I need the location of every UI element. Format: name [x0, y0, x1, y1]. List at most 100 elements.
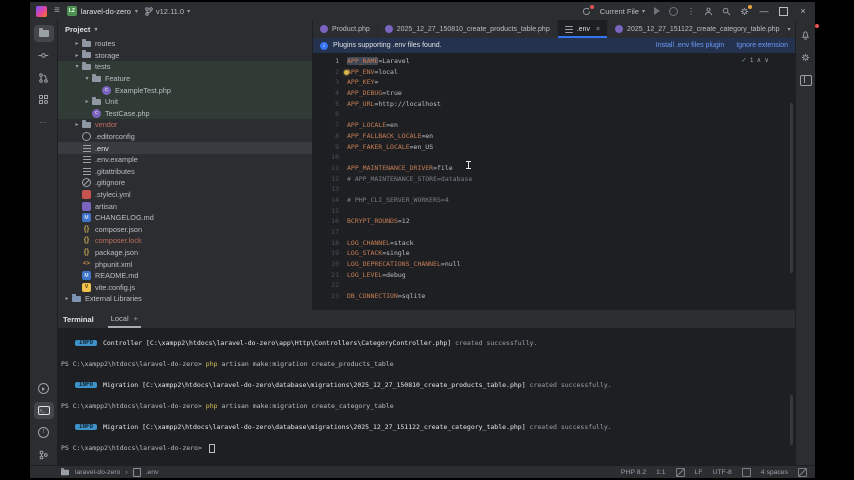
tree-item-changelog-md[interactable]: MCHANGELOG.md: [58, 212, 312, 224]
editor-settings-button[interactable]: [796, 49, 816, 66]
tab--env[interactable]: .env×: [558, 20, 608, 38]
search-everywhere-button[interactable]: [722, 7, 731, 16]
php-version-widget[interactable]: PHP 8.2: [621, 469, 646, 476]
env-value: =http://localhost: [374, 100, 441, 108]
tree-chevron-icon[interactable]: ▸: [82, 98, 92, 105]
env-value: =stack: [390, 239, 413, 247]
settings-button[interactable]: [740, 7, 749, 16]
commit-tool-button[interactable]: [34, 47, 54, 64]
tree-item-artisan[interactable]: artisan: [58, 200, 312, 212]
tree-item--env[interactable]: .env: [58, 142, 312, 154]
tree-item-composer-lock[interactable]: {}composer.lock: [58, 235, 312, 247]
pull-requests-tool-button[interactable]: [34, 69, 54, 86]
maximize-button[interactable]: [779, 7, 788, 16]
line-number: 22: [313, 280, 347, 291]
highlighting-level-icon[interactable]: [676, 468, 685, 477]
terminal-scrollbar[interactable]: [790, 395, 793, 445]
tree-chevron-icon[interactable]: ▸: [72, 121, 82, 128]
tree-item--gitattributes[interactable]: .gitattributes: [58, 166, 312, 178]
tab-2025-12-27-150810-create-products-table-php[interactable]: 2025_12_27_150810_create_products_table.…: [378, 20, 558, 38]
vcs-branch-widget[interactable]: v12.11.0 ▾: [145, 7, 190, 16]
minimize-button[interactable]: —: [758, 6, 770, 16]
folder-icon: [82, 62, 91, 71]
structure-tool-button[interactable]: [34, 91, 54, 108]
tree-chevron-icon[interactable]: ▾: [72, 63, 82, 70]
close-tab-icon[interactable]: ×: [596, 26, 600, 33]
tree-chevron-icon[interactable]: ▸: [72, 52, 82, 59]
main-menu-icon[interactable]: ≡: [54, 6, 60, 16]
tab-2025-12-27-151122-create-category-table-php[interactable]: 2025_12_27_151122_create_category_table.…: [608, 20, 787, 38]
editor-scrollbar[interactable]: [790, 103, 793, 273]
sync-button[interactable]: [582, 7, 591, 16]
env-value: =sqlite: [398, 292, 425, 300]
more-tool-windows-button[interactable]: …: [34, 113, 54, 130]
tab-product-php[interactable]: Product.php: [313, 20, 378, 38]
tree-item-composer-json[interactable]: {}composer.json: [58, 224, 312, 236]
tree-item-tests[interactable]: ▾tests: [58, 61, 312, 73]
prev-problem-icon[interactable]: ∧: [756, 56, 761, 67]
project-tool-button[interactable]: [34, 25, 54, 42]
terminal-command-line: PS C:\xampp2\htdocs\laravel-do-zero>: [61, 443, 795, 453]
tree-item--env-example[interactable]: .env.example: [58, 154, 312, 166]
close-button[interactable]: ×: [797, 6, 809, 16]
ignore-extension-link[interactable]: Ignore extension: [736, 42, 788, 49]
tree-item-label: vite.config.js: [95, 283, 135, 292]
line-number: 18: [313, 238, 347, 249]
readonly-toggle-icon[interactable]: [742, 468, 751, 477]
run-configuration-select[interactable]: Current File▾: [600, 7, 645, 16]
new-terminal-icon[interactable]: +: [134, 314, 138, 323]
notifications-button[interactable]: [796, 26, 816, 43]
project-widget[interactable]: LZ laravel-do-zero ▾: [67, 6, 138, 16]
services-tool-button[interactable]: [34, 380, 54, 397]
tree-item-package-json[interactable]: {}package.json: [58, 247, 312, 259]
tree-item-unit[interactable]: ▸Unit: [58, 96, 312, 108]
terminal-header: Terminal Local +: [58, 310, 795, 329]
line-ending-widget[interactable]: LF: [695, 469, 703, 476]
code-editor[interactable]: 1APP_NAME=Laravel2APP_ENV=local3APP_KEY=…: [313, 53, 795, 310]
terminal-tab-local[interactable]: Local +: [108, 314, 141, 328]
tree-item-routes[interactable]: ▸routes: [58, 38, 312, 50]
tree-item-exampletest-php[interactable]: cExampleTest.php: [58, 84, 312, 96]
code-with-me-button[interactable]: [704, 7, 713, 16]
intention-bulb-icon[interactable]: [344, 70, 349, 75]
terminal-text: Controller [C:\xampp2\htdocs\laravel-do-…: [103, 339, 455, 347]
debug-button[interactable]: [669, 7, 678, 16]
breadcrumb-file[interactable]: .env: [146, 469, 159, 476]
tree-chevron-icon[interactable]: ▸: [72, 40, 82, 47]
tree-item--editorconfig[interactable]: .editorconfig: [58, 131, 312, 143]
terminal-output[interactable]: INFOController [C:\xampp2\htdocs\laravel…: [58, 329, 795, 465]
run-button[interactable]: [654, 7, 660, 15]
terminal-tool-button[interactable]: >_: [34, 402, 54, 419]
tree-item-vendor[interactable]: ▸vendor: [58, 119, 312, 131]
documentation-tool-button[interactable]: [796, 72, 816, 89]
project-panel-header[interactable]: Project ▾: [58, 20, 312, 38]
tree-item-vite-config-js[interactable]: Vvite.config.js: [58, 281, 312, 293]
tree-item-external-libraries[interactable]: ▸External Libraries: [58, 293, 312, 305]
tree-item-readme-md[interactable]: MREADME.md: [58, 270, 312, 282]
tab-list-chevron-icon[interactable]: ▾: [788, 26, 791, 33]
tree-item--styleci-yml[interactable]: .styleci.yml: [58, 189, 312, 201]
caret-position-widget[interactable]: 1:1: [656, 469, 665, 476]
tree-item--gitignore[interactable]: .gitignore: [58, 177, 312, 189]
tree-chevron-icon[interactable]: ▾: [82, 75, 92, 82]
tree-chevron-icon[interactable]: ▸: [62, 295, 72, 302]
indent-widget[interactable]: 4 spaces: [761, 469, 788, 476]
tree-item-testcase-php[interactable]: cTestCase.php: [58, 108, 312, 120]
install-plugin-link[interactable]: Install .env files plugin: [656, 42, 724, 49]
code-line: 5APP_URL=http://localhost: [313, 99, 795, 110]
code-line: 4APP_DEBUG=true: [313, 88, 795, 99]
tree-item-feature[interactable]: ▾Feature: [58, 73, 312, 85]
version-control-tool-button[interactable]: [34, 446, 54, 463]
breadcrumb-project[interactable]: laravel-do-zero: [75, 469, 120, 476]
tree-item-phpunit-xml[interactable]: <>phpunit.xml: [58, 258, 312, 270]
more-actions-icon[interactable]: ⋮: [687, 7, 695, 16]
next-problem-icon[interactable]: ∨: [764, 56, 769, 67]
tree-item-storage[interactable]: ▸storage: [58, 50, 312, 62]
yml-icon: [82, 190, 91, 199]
inspection-widget[interactable]: ✓ 1 ∧ ∨: [741, 56, 769, 67]
branch-name: v12.11.0: [156, 7, 184, 16]
problems-tool-button[interactable]: !: [34, 424, 54, 441]
column-mode-icon[interactable]: [798, 468, 807, 477]
comment-text: # PHP_CLI_SERVER_WORKERS=4: [347, 196, 449, 204]
encoding-widget[interactable]: UTF-8: [713, 469, 732, 476]
